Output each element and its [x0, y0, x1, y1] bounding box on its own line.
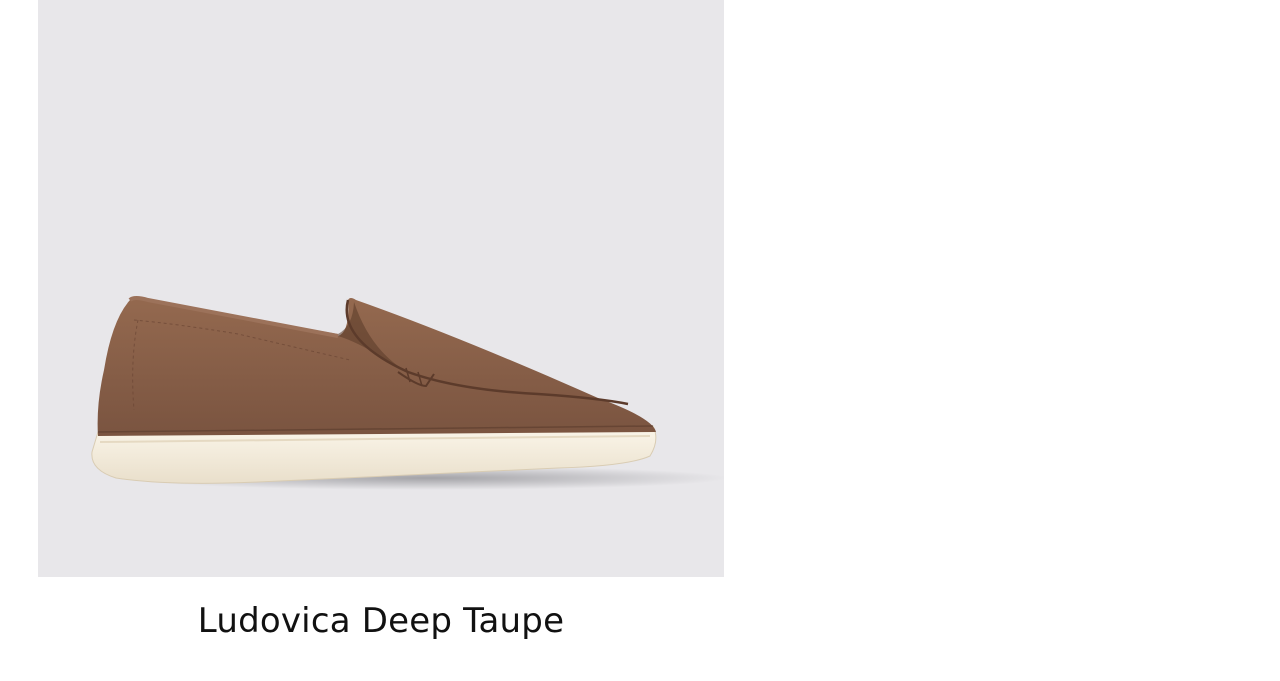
loafer-shoe-illustration [91, 296, 724, 490]
shoe-upper [97, 298, 657, 436]
product-card[interactable]: Ludovica Deep Taupe [38, 0, 724, 681]
product-name[interactable]: Ludovica Deep Taupe [38, 598, 724, 644]
product-image[interactable] [38, 0, 724, 577]
